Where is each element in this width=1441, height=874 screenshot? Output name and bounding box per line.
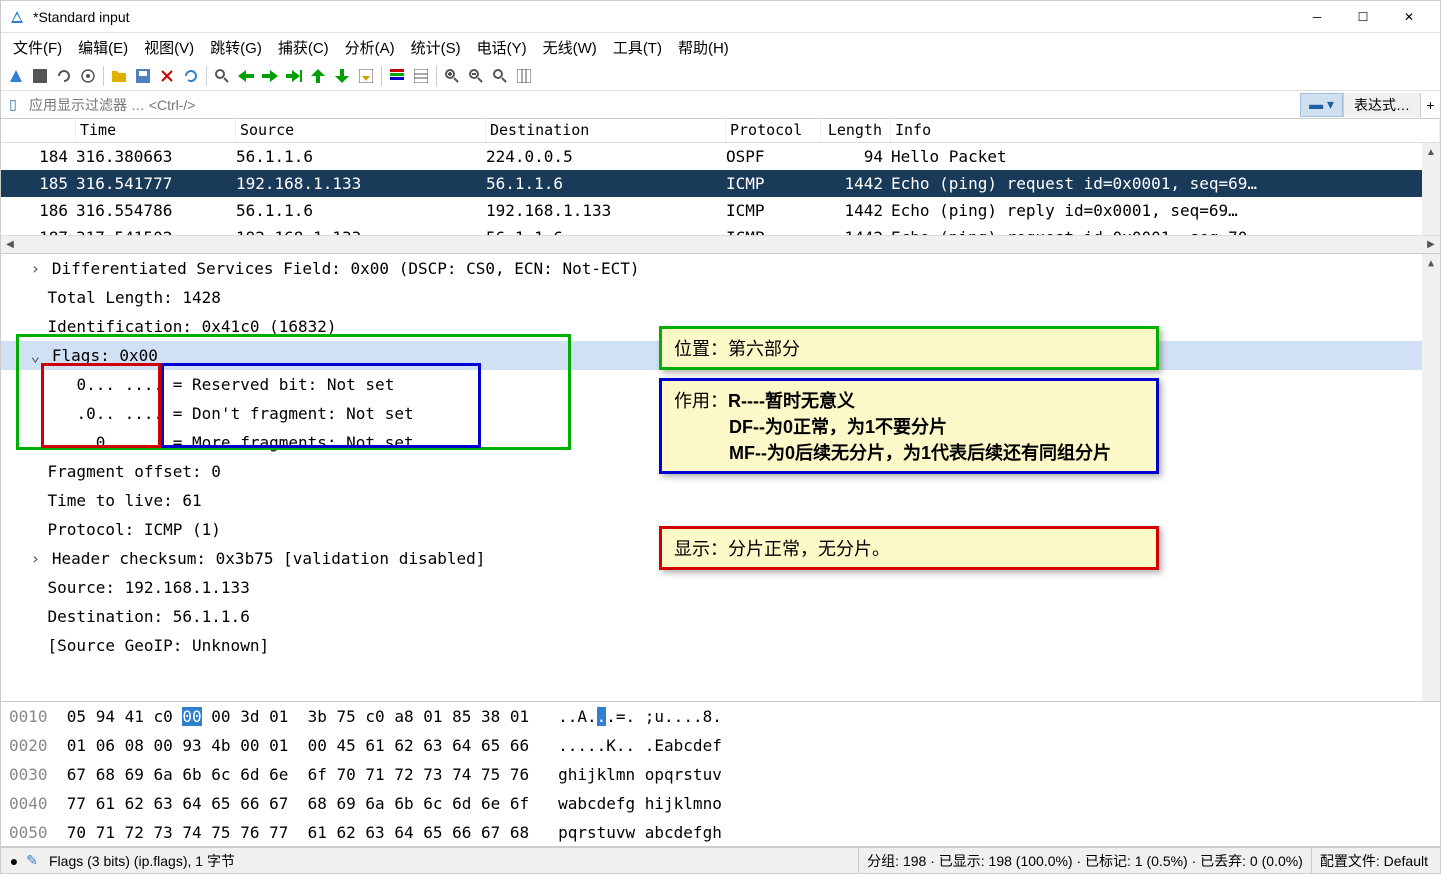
detail-total-length[interactable]: Total Length: 1428 (1, 283, 1440, 312)
titlebar: *Standard input ─ ☐ ✕ (1, 1, 1440, 33)
detail-dscp[interactable]: › Differentiated Services Field: 0x00 (D… (1, 254, 1440, 283)
highlight-box-flags (161, 363, 481, 448)
hex-line[interactable]: 0030 67 68 69 6a 6b 6c 6d 6e 6f 70 71 72… (1, 760, 1440, 789)
menu-telephony[interactable]: 电话(Y) (469, 33, 535, 62)
close-file-icon[interactable] (156, 65, 178, 87)
toolbar (1, 61, 1440, 91)
vertical-scrollbar[interactable]: ▲ (1422, 254, 1440, 701)
packet-list-pane: Time Source Destination Protocol Length … (1, 119, 1440, 254)
zoom-out-icon[interactable] (465, 65, 487, 87)
minimize-button[interactable]: ─ (1294, 3, 1340, 31)
detail-ttl[interactable]: Time to live: 61 (1, 486, 1440, 515)
packet-row[interactable]: 186316.55478656.1.1.6192.168.1.133ICMP14… (1, 197, 1440, 224)
start-capture-icon[interactable] (5, 65, 27, 87)
menubar: 文件(F) 编辑(E) 视图(V) 跳转(G) 捕获(C) 分析(A) 统计(S… (1, 33, 1440, 61)
filter-bar: ▯ ▬ ▾ 表达式… + (1, 91, 1440, 119)
detail-destination[interactable]: Destination: 56.1.1.6 (1, 602, 1440, 631)
packet-row[interactable]: 187317.541502192.168.1.13356.1.1.6ICMP14… (1, 224, 1440, 235)
add-filter-button[interactable]: + (1420, 93, 1440, 117)
menu-wireless[interactable]: 无线(W) (535, 33, 605, 62)
vertical-scrollbar[interactable]: ▲ (1422, 143, 1440, 235)
hex-line[interactable]: 0050 70 71 72 73 74 75 76 77 61 62 63 64… (1, 818, 1440, 847)
save-file-icon[interactable] (132, 65, 154, 87)
menu-file[interactable]: 文件(F) (5, 33, 70, 62)
col-header-time[interactable]: Time (76, 119, 236, 142)
toolbar-separator (436, 66, 437, 86)
display-filter-input[interactable] (25, 93, 1300, 117)
auto-scroll-icon[interactable] (355, 65, 377, 87)
packet-row[interactable]: 184316.38066356.1.1.6224.0.0.5OSPF94Hell… (1, 143, 1440, 170)
goto-packet-icon[interactable] (283, 65, 305, 87)
annotation-position: 位置：第六部分 (659, 326, 1159, 370)
expand-icon[interactable]: › (28, 545, 42, 572)
scroll-up-icon[interactable]: ▲ (1422, 254, 1440, 272)
colorize-icon[interactable] (386, 65, 408, 87)
menu-go[interactable]: 跳转(G) (202, 33, 270, 62)
view-normal-icon[interactable] (410, 65, 432, 87)
open-file-icon[interactable] (108, 65, 130, 87)
find-icon[interactable] (211, 65, 233, 87)
go-last-icon[interactable] (331, 65, 353, 87)
hex-line[interactable]: 0020 01 06 08 00 93 4b 00 01 00 45 61 62… (1, 731, 1440, 760)
menu-view[interactable]: 视图(V) (136, 33, 202, 62)
packet-list-header: Time Source Destination Protocol Length … (1, 119, 1440, 143)
scroll-up-icon[interactable]: ▲ (1422, 143, 1440, 161)
detail-source[interactable]: Source: 192.168.1.133 (1, 573, 1440, 602)
col-header-no[interactable] (1, 119, 76, 142)
hex-line[interactable]: 0010 05 94 41 c0 00 00 3d 01 3b 75 c0 a8… (1, 702, 1440, 731)
expression-button[interactable]: 表达式… (1343, 93, 1420, 117)
expand-icon[interactable]: › (28, 255, 42, 282)
status-edit-icon[interactable]: ✎ (23, 852, 41, 869)
annotation-role: 作用：R----暂时无意义 DF--为0正常，为1不要分片 MF--为0后续无分… (659, 378, 1159, 474)
col-header-info[interactable]: Info (891, 119, 1440, 142)
status-profile[interactable]: 配置文件: Default (1312, 848, 1436, 873)
reload-icon[interactable] (180, 65, 202, 87)
capture-options-icon[interactable] (77, 65, 99, 87)
packet-details-pane[interactable]: › Differentiated Services Field: 0x00 (D… (1, 254, 1440, 702)
col-header-destination[interactable]: Destination (486, 119, 726, 142)
scroll-right-icon[interactable]: ▶ (1422, 236, 1440, 254)
detail-geoip[interactable]: [Source GeoIP: Unknown] (1, 631, 1440, 660)
go-first-icon[interactable] (307, 65, 329, 87)
horizontal-scrollbar[interactable]: ◀ ▶ (1, 235, 1440, 253)
filter-apply-button[interactable]: ▬ ▾ (1300, 93, 1343, 117)
packet-list-body[interactable]: 184316.38066356.1.1.6224.0.0.5OSPF94Hell… (1, 143, 1440, 235)
toolbar-separator (206, 66, 207, 86)
wireshark-icon (9, 9, 25, 25)
hex-dump-pane[interactable]: 0010 05 94 41 c0 00 00 3d 01 3b 75 c0 a8… (1, 702, 1440, 847)
col-header-length[interactable]: Length (821, 119, 891, 142)
maximize-button[interactable]: ☐ (1340, 3, 1386, 31)
highlight-box-bits (41, 363, 161, 448)
menu-stats[interactable]: 统计(S) (403, 33, 469, 62)
resize-columns-icon[interactable] (513, 65, 535, 87)
window-title: *Standard input (33, 9, 1294, 25)
status-expert-icon[interactable]: ● (5, 853, 23, 869)
close-button[interactable]: ✕ (1386, 3, 1432, 31)
stop-capture-icon[interactable] (29, 65, 51, 87)
menu-capture[interactable]: 捕获(C) (270, 33, 337, 62)
scroll-left-icon[interactable]: ◀ (1, 236, 19, 254)
scrollbar-track[interactable] (19, 238, 1422, 252)
menu-help[interactable]: 帮助(H) (670, 33, 737, 62)
zoom-reset-icon[interactable] (489, 65, 511, 87)
hex-line[interactable]: 0040 77 61 62 63 64 65 66 67 68 69 6a 6b… (1, 789, 1440, 818)
status-packet-counts: 分组: 198 · 已显示: 198 (100.0%) · 已标记: 1 (0.… (859, 848, 1312, 873)
annotation-display: 显示：分片正常，无分片。 (659, 526, 1159, 570)
go-forward-icon[interactable] (259, 65, 281, 87)
go-back-icon[interactable] (235, 65, 257, 87)
menu-analyze[interactable]: 分析(A) (337, 33, 403, 62)
menu-edit[interactable]: 编辑(E) (70, 33, 136, 62)
col-header-protocol[interactable]: Protocol (726, 119, 821, 142)
col-header-source[interactable]: Source (236, 119, 486, 142)
statusbar: ● ✎ Flags (3 bits) (ip.flags), 1 字节 分组: … (1, 847, 1440, 873)
status-field-info: Flags (3 bits) (ip.flags), 1 字节 (41, 848, 859, 873)
toolbar-separator (103, 66, 104, 86)
bookmark-icon[interactable]: ▯ (1, 93, 25, 117)
menu-tools[interactable]: 工具(T) (605, 33, 670, 62)
restart-capture-icon[interactable] (53, 65, 75, 87)
packet-row[interactable]: 185316.541777192.168.1.13356.1.1.6ICMP14… (1, 170, 1440, 197)
toolbar-separator (381, 66, 382, 86)
zoom-in-icon[interactable] (441, 65, 463, 87)
